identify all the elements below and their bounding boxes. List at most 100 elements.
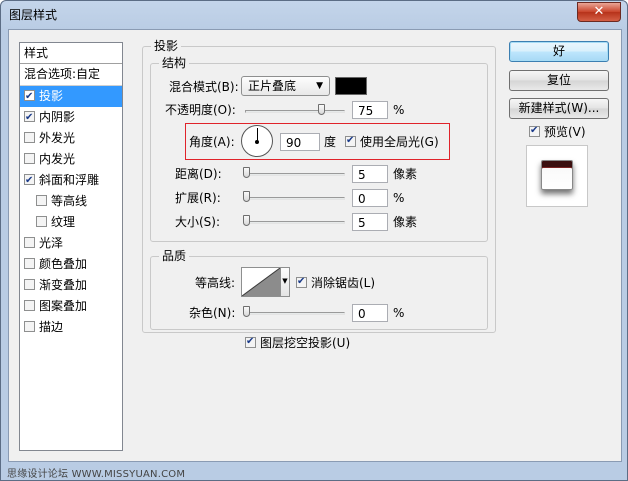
- noise-label: 杂色(N):: [189, 306, 236, 320]
- knockout-check[interactable]: [245, 333, 256, 351]
- noise-slider-track[interactable]: [245, 312, 345, 315]
- style-list-item[interactable]: 光泽: [20, 233, 122, 254]
- spread-input[interactable]: 0: [352, 189, 388, 207]
- style-list-item-label: 外发光: [39, 131, 76, 145]
- shadow-color-swatch[interactable]: [335, 77, 367, 95]
- opacity-input[interactable]: 75: [352, 101, 388, 119]
- opacity-label: 不透明度(O):: [165, 103, 236, 117]
- size-unit: 像素: [393, 215, 418, 229]
- preview-check[interactable]: [529, 122, 540, 140]
- structure-title: 结构: [159, 56, 190, 70]
- noise-input[interactable]: 0: [352, 304, 388, 322]
- style-checkbox[interactable]: [24, 300, 35, 311]
- anti-aliased-checkbox[interactable]: 消除锯齿(L): [296, 273, 376, 292]
- distance-input[interactable]: 5: [352, 165, 388, 183]
- blend-mode-dropdown[interactable]: 正片叠底 ▼: [241, 76, 330, 96]
- distance-unit: 像素: [393, 167, 418, 181]
- style-checkbox[interactable]: [36, 216, 47, 227]
- style-list-item-label: 描边: [39, 320, 64, 334]
- style-list-item-label: 渐变叠加: [39, 278, 88, 292]
- style-checkbox[interactable]: [24, 237, 35, 248]
- style-checkbox[interactable]: [24, 279, 35, 290]
- style-list-item-label: 等高线: [51, 194, 88, 208]
- anti-aliased-label: 消除锯齿(L): [311, 276, 376, 290]
- noise-slider-thumb[interactable]: [243, 306, 250, 317]
- style-checkbox[interactable]: [36, 195, 47, 206]
- style-list-item-label: 光泽: [39, 236, 64, 250]
- style-list-item[interactable]: 内发光: [20, 149, 122, 170]
- preview-checkbox[interactable]: 预览(V): [529, 122, 586, 141]
- style-list-item[interactable]: 斜面和浮雕: [20, 170, 122, 191]
- blend-mode-value: 正片叠底: [248, 79, 297, 93]
- size-input[interactable]: 5: [352, 213, 388, 231]
- spread-slider-thumb[interactable]: [243, 191, 250, 202]
- contour-picker[interactable]: [241, 267, 281, 297]
- style-checkbox[interactable]: [24, 132, 35, 143]
- footer-strip: 思缘设计论坛 WWW.MISSYUAN.COM: [1, 462, 627, 480]
- angle-dial[interactable]: [241, 125, 273, 157]
- quality-title: 品质: [159, 249, 190, 263]
- anti-aliased-check[interactable]: [296, 273, 307, 291]
- distance-slider-thumb[interactable]: [243, 167, 250, 178]
- angle-input[interactable]: 90: [280, 133, 320, 151]
- style-preview-swatch: [541, 160, 573, 190]
- spread-label: 扩展(R):: [175, 191, 221, 205]
- style-list-item[interactable]: 等高线: [20, 191, 122, 212]
- distance-slider-track[interactable]: [245, 173, 345, 176]
- style-list-item-label: 颜色叠加: [39, 257, 88, 271]
- style-checkbox[interactable]: [24, 153, 35, 164]
- knockout-label: 图层挖空投影(U): [260, 336, 351, 350]
- style-checkbox[interactable]: [24, 321, 35, 332]
- style-list-item-label: 投影: [39, 89, 64, 103]
- style-list-item[interactable]: 外发光: [20, 128, 122, 149]
- distance-label: 距离(D):: [175, 167, 222, 181]
- style-checkbox[interactable]: [24, 170, 35, 191]
- style-list-item[interactable]: 颜色叠加: [20, 254, 122, 275]
- opacity-unit: %: [393, 103, 405, 117]
- styles-list: 样式 混合选项:自定投影内阴影外发光内发光斜面和浮雕等高线纹理光泽颜色叠加渐变叠…: [19, 42, 123, 451]
- style-list-item[interactable]: 描边: [20, 317, 122, 338]
- style-checkbox[interactable]: [24, 86, 35, 107]
- noise-unit: %: [393, 306, 405, 320]
- style-list-item[interactable]: 混合选项:自定: [20, 64, 122, 86]
- close-button[interactable]: ✕: [577, 2, 621, 22]
- global-light-check[interactable]: [345, 132, 356, 150]
- layer-style-dialog: 图层样式 ✕ 样式 混合选项:自定投影内阴影外发光内发光斜面和浮雕等高线纹理光泽…: [0, 0, 628, 481]
- style-list-item[interactable]: 渐变叠加: [20, 275, 122, 296]
- ok-button[interactable]: 好: [509, 41, 609, 62]
- size-slider-thumb[interactable]: [243, 215, 250, 226]
- style-list-item-label: 内发光: [39, 152, 76, 166]
- style-checkbox[interactable]: [24, 107, 35, 128]
- style-list-item[interactable]: 图案叠加: [20, 296, 122, 317]
- size-label: 大小(S):: [175, 215, 221, 229]
- drop-shadow-title: 投影: [151, 39, 182, 53]
- style-list-item-label: 纹理: [51, 215, 76, 229]
- new-style-button[interactable]: 新建样式(W)...: [509, 98, 609, 119]
- style-list-item[interactable]: 投影: [20, 86, 122, 107]
- size-slider-track[interactable]: [245, 221, 345, 224]
- style-list-item-label: 内阴影: [39, 110, 76, 124]
- styles-list-header[interactable]: 样式: [20, 43, 122, 64]
- title-bar[interactable]: 图层样式 ✕: [1, 1, 627, 27]
- blend-mode-label: 混合模式(B):: [169, 80, 239, 94]
- contour-curve-icon: [242, 268, 280, 296]
- style-list-item[interactable]: 内阴影: [20, 107, 122, 128]
- style-list-item-label: 图案叠加: [39, 299, 88, 313]
- global-light-label: 使用全局光(G): [360, 135, 439, 149]
- opacity-slider-track[interactable]: [245, 110, 345, 113]
- contour-dropdown-button[interactable]: ▼: [281, 267, 290, 297]
- style-checkbox[interactable]: [24, 258, 35, 269]
- style-list-item[interactable]: 纹理: [20, 212, 122, 233]
- spread-slider-track[interactable]: [245, 197, 345, 200]
- opacity-slider-thumb[interactable]: [318, 104, 325, 115]
- angle-unit: 度: [324, 135, 337, 149]
- style-list-item-label: 混合选项:自定: [24, 67, 101, 81]
- window-title: 图层样式: [9, 8, 58, 22]
- style-list-item-label: 斜面和浮雕: [39, 173, 100, 187]
- global-light-checkbox[interactable]: 使用全局光(G): [345, 132, 439, 151]
- reset-button[interactable]: 复位: [509, 70, 609, 91]
- angle-dial-center: [255, 140, 259, 144]
- contour-label: 等高线:: [195, 276, 236, 290]
- chevron-down-icon: ▼: [282, 277, 288, 285]
- knockout-checkbox[interactable]: 图层挖空投影(U): [245, 333, 351, 352]
